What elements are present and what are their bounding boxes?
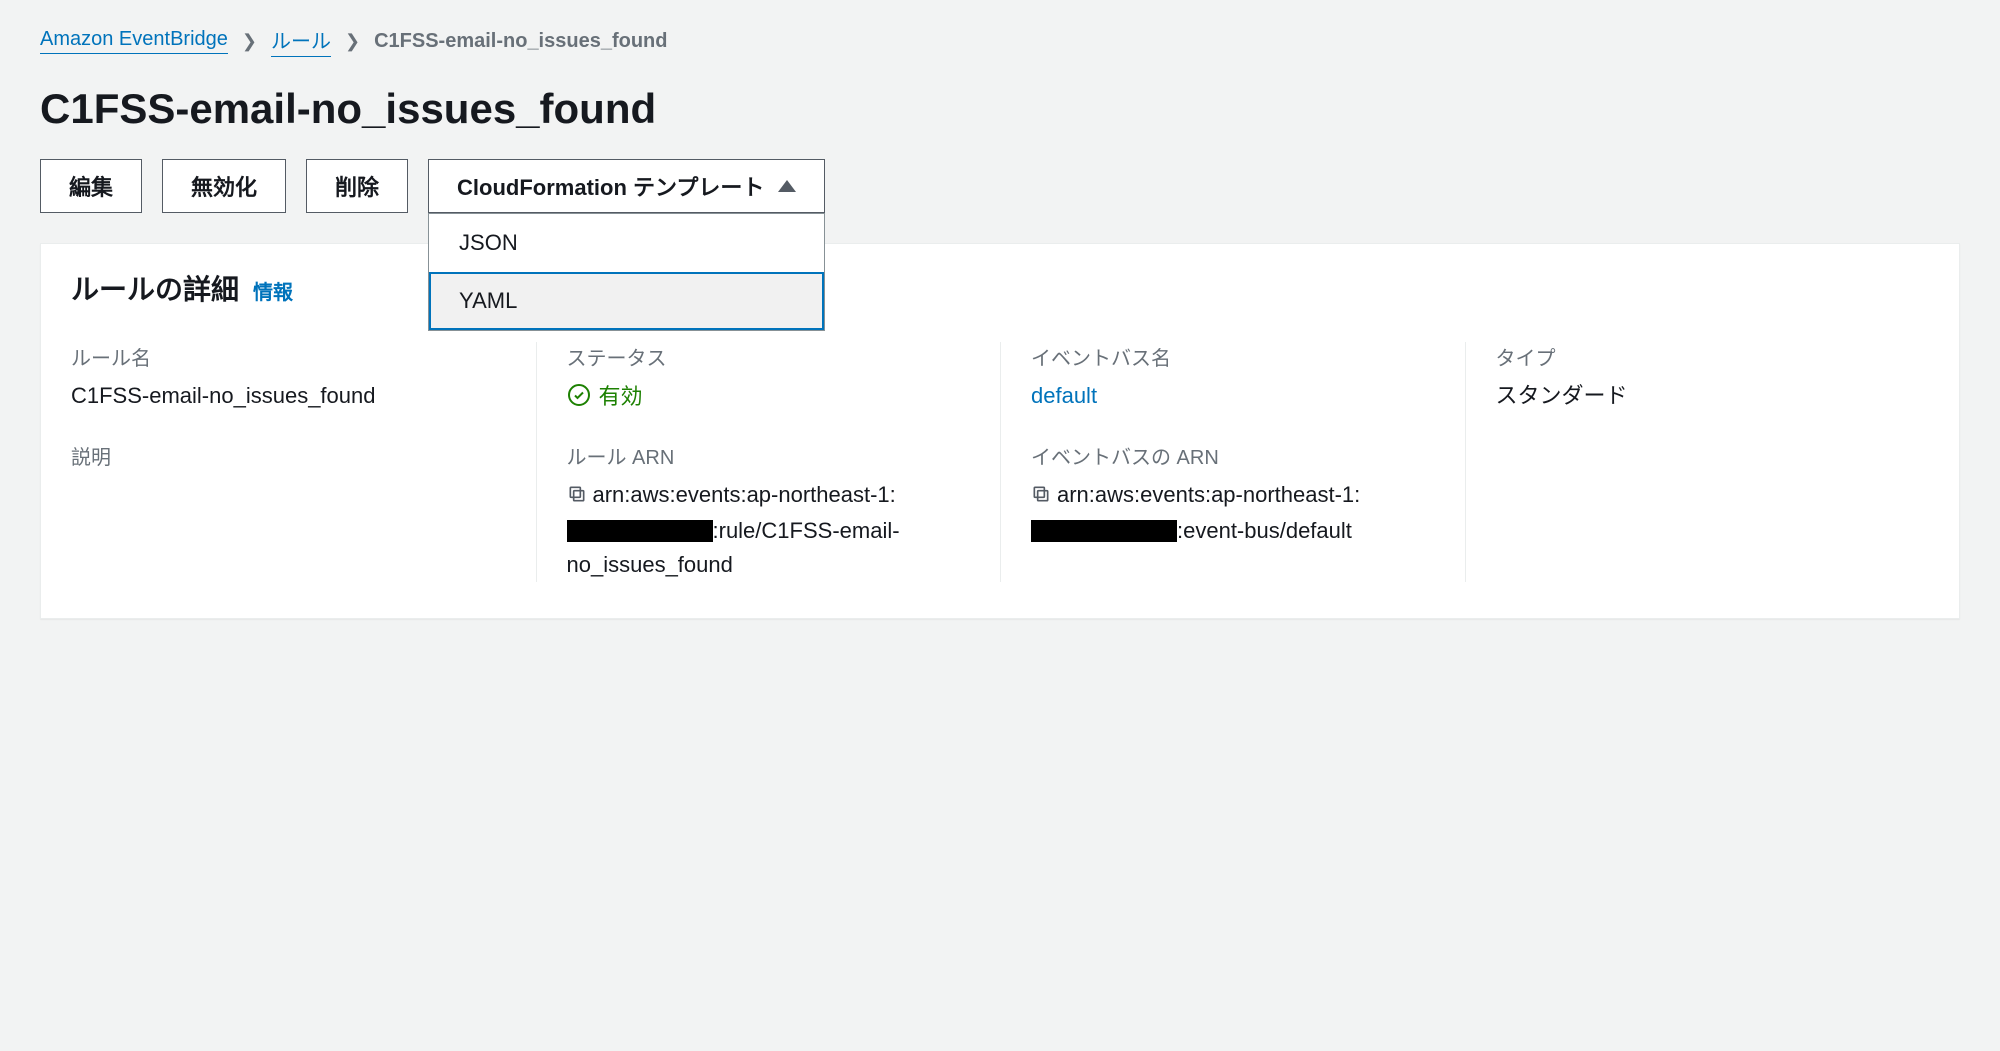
- value-bus-name[interactable]: default: [1031, 379, 1435, 413]
- field-status: ステータス 有効: [567, 342, 971, 413]
- chevron-right-icon: ❯: [242, 31, 257, 52]
- col-2: ステータス 有効 ルール ARN arn:aws:events:ap-north…: [536, 342, 1001, 582]
- copy-icon[interactable]: [567, 480, 587, 514]
- info-link[interactable]: 情報: [253, 276, 293, 305]
- field-rule-arn: ルール ARN arn:aws:events:ap-northeast-1::r…: [567, 441, 971, 582]
- copy-icon[interactable]: [1031, 480, 1051, 514]
- panel-body: ルール名 C1FSS-email-no_issues_found 説明 ステータ…: [41, 332, 1959, 618]
- label-bus-name: イベントバス名: [1031, 342, 1435, 371]
- value-rule-arn: arn:aws:events:ap-northeast-1::rule/C1FS…: [567, 478, 971, 582]
- disable-button[interactable]: 無効化: [162, 159, 286, 213]
- value-type: スタンダード: [1496, 379, 1900, 413]
- value-rule-name: C1FSS-email-no_issues_found: [71, 379, 506, 413]
- breadcrumb-root[interactable]: Amazon EventBridge: [40, 28, 228, 54]
- label-status: ステータス: [567, 342, 971, 371]
- bus-arn-prefix: arn:aws:events:ap-northeast-1:: [1057, 482, 1360, 507]
- status-badge: 有効: [567, 379, 643, 411]
- rule-details-panel: ルールの詳細 情報 ルール名 C1FSS-email-no_issues_fou…: [40, 243, 1960, 619]
- label-description: 説明: [71, 441, 506, 470]
- value-bus-arn: arn:aws:events:ap-northeast-1::event-bus…: [1031, 478, 1435, 548]
- dd-item-json[interactable]: JSON: [429, 214, 824, 272]
- page-title: C1FSS-email-no_issues_found: [40, 85, 1960, 133]
- col-3: イベントバス名 default イベントバスの ARN arn:aws:even…: [1000, 342, 1465, 582]
- action-row: 編集 無効化 削除 CloudFormation テンプレート JSON YAM…: [40, 159, 1960, 213]
- redacted: [1151, 520, 1177, 542]
- field-type: タイプ スタンダード: [1496, 342, 1900, 413]
- redacted: [687, 520, 713, 542]
- field-bus-name: イベントバス名 default: [1031, 342, 1435, 413]
- breadcrumb-rules[interactable]: ルール: [271, 25, 331, 57]
- cfn-template-label: CloudFormation テンプレート: [457, 170, 764, 202]
- edit-button[interactable]: 編集: [40, 159, 142, 213]
- field-bus-arn: イベントバスの ARN arn:aws:events:ap-northeast-…: [1031, 441, 1435, 548]
- redacted: [1031, 520, 1151, 542]
- bus-arn-suffix: :event-bus/default: [1177, 518, 1352, 543]
- delete-button[interactable]: 削除: [306, 159, 408, 213]
- check-circle-icon: [567, 383, 591, 407]
- breadcrumb: Amazon EventBridge ❯ ルール ❯ C1FSS-email-n…: [40, 25, 1960, 57]
- chevron-right-icon: ❯: [345, 31, 360, 52]
- dd-item-yaml[interactable]: YAML: [429, 272, 824, 330]
- caret-up-icon: [778, 180, 796, 192]
- cfn-template-button[interactable]: CloudFormation テンプレート: [428, 159, 825, 213]
- label-rule-name: ルール名: [71, 342, 506, 371]
- col-4: タイプ スタンダード: [1465, 342, 1930, 582]
- label-rule-arn: ルール ARN: [567, 441, 971, 470]
- label-bus-arn: イベントバスの ARN: [1031, 441, 1435, 470]
- label-type: タイプ: [1496, 342, 1900, 371]
- panel-title: ルールの詳細: [71, 268, 239, 308]
- col-1: ルール名 C1FSS-email-no_issues_found 説明: [71, 342, 536, 582]
- cfn-template-dropdown: CloudFormation テンプレート JSON YAML: [428, 159, 825, 213]
- redacted: [567, 520, 687, 542]
- cfn-template-menu: JSON YAML: [428, 213, 825, 331]
- status-text: 有効: [599, 379, 643, 411]
- field-rule-name: ルール名 C1FSS-email-no_issues_found: [71, 342, 506, 413]
- field-description: 説明: [71, 441, 506, 470]
- panel-header: ルールの詳細 情報: [41, 244, 1959, 332]
- breadcrumb-current: C1FSS-email-no_issues_found: [374, 30, 667, 53]
- rule-arn-prefix: arn:aws:events:ap-northeast-1:: [593, 482, 896, 507]
